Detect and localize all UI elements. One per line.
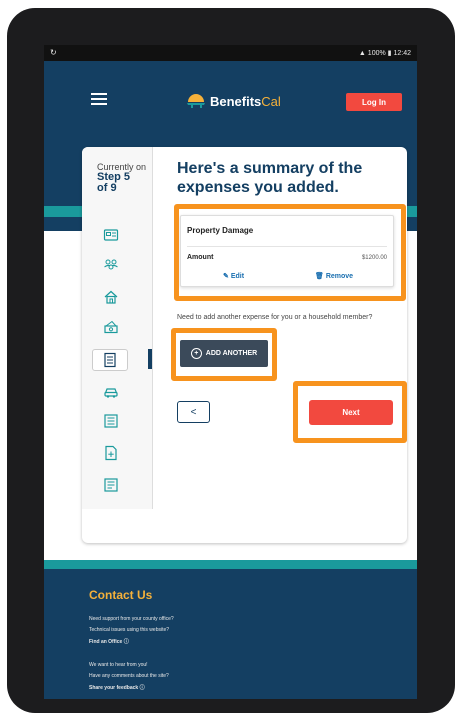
bear-logo-icon (187, 94, 205, 108)
battery-icon: ▮ (387, 50, 392, 57)
add-another-highlight (171, 328, 277, 381)
site-footer: Contact Us Need support from your county… (44, 569, 417, 699)
status-bar: ↻ ▲ 100% ▮ 12:42 (44, 45, 417, 61)
active-step-marker (148, 349, 152, 369)
share-feedback-link[interactable]: Share your feedback ⓘ (89, 684, 145, 691)
income-icon[interactable] (103, 319, 119, 335)
id-card-icon[interactable] (103, 227, 119, 243)
tablet-frame: ↻ ▲ 100% ▮ 12:42 BenefitsCal Log In Curr… (7, 8, 455, 713)
back-button[interactable]: < (177, 401, 210, 423)
home-icon[interactable] (103, 289, 119, 305)
summary-card: Currently on Step 5 of 9 Here's a summar… (82, 147, 407, 543)
page-title: Here's a summary of the expenses you add… (177, 160, 363, 196)
car-icon[interactable] (103, 383, 119, 399)
logo-text: BenefitsCal (210, 93, 281, 109)
review-icon[interactable] (103, 477, 119, 493)
info-circle-icon: ⓘ (123, 639, 129, 645)
add-another-prompt: Need to add another expense for you or a… (177, 314, 373, 321)
next-button-highlight (293, 381, 407, 443)
expenses-icon[interactable] (92, 349, 128, 371)
footer-technical-text: Technical issues using this website? (89, 627, 170, 633)
screen: ↻ ▲ 100% ▮ 12:42 BenefitsCal Log In Curr… (44, 45, 417, 699)
signal-icon: ▲ (358, 50, 366, 57)
clock: 12:42 (393, 50, 411, 57)
progress-sidebar: Currently on Step 5 of 9 (82, 147, 153, 509)
footer-comments-text: Have any comments about the site? (89, 673, 169, 679)
hamburger-menu-icon[interactable] (91, 93, 107, 105)
info-circle-icon: ⓘ (139, 685, 145, 691)
login-button[interactable]: Log In (346, 93, 402, 111)
contact-title: Contact Us (89, 588, 153, 602)
document-add-icon[interactable] (103, 445, 119, 461)
step-total: of 9 (97, 182, 117, 194)
footer-county-text: Need support from your county office? (89, 616, 174, 622)
household-members-icon[interactable] (103, 257, 119, 273)
footer-accent-band (44, 560, 417, 569)
footer-hear-text: We want to hear from you! (89, 662, 148, 668)
find-office-link[interactable]: Find an Office ⓘ (89, 638, 129, 645)
step-indicator: Currently on Step 5 of 9 (97, 162, 147, 194)
status-app-icon: ↻ (50, 48, 57, 57)
list-icon[interactable] (103, 413, 119, 429)
battery-percent: 100% (367, 50, 386, 57)
benefitscal-logo[interactable]: BenefitsCal (185, 91, 281, 111)
expense-card-highlight (174, 204, 406, 301)
